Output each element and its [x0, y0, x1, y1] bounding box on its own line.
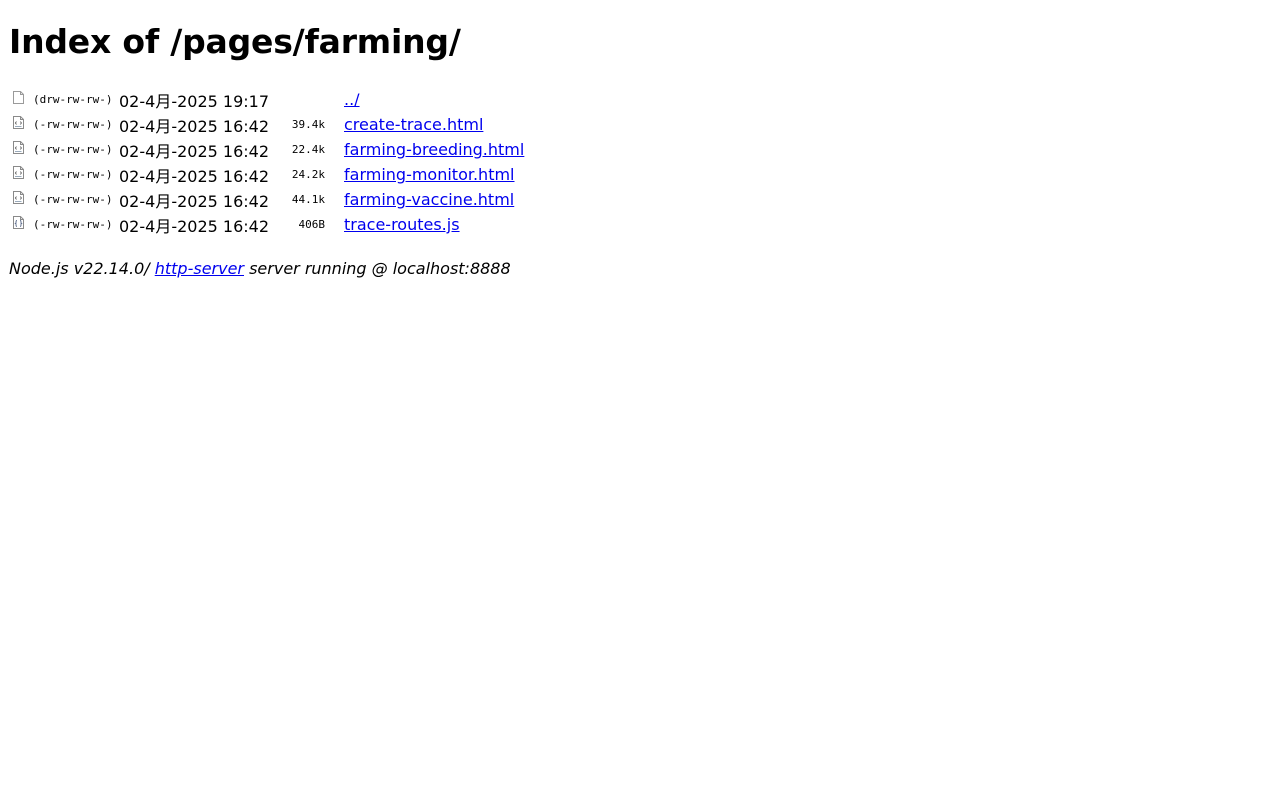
file-row: (-rw-rw-rw-) 02-4月-2025 16:42 24.2k farming… — [9, 162, 524, 187]
file-icon-cell — [9, 212, 33, 237]
file-size: 22.4k — [291, 143, 325, 156]
file-modified-date: 02-4月-2025 19:17 — [119, 91, 270, 111]
html-file-icon — [13, 116, 24, 129]
file-table: (drw-rw-rw-) 02-4月-2025 19:17 ../ (-rw-rw-r… — [9, 87, 524, 237]
file-name-cell: ../ — [344, 87, 524, 112]
file-name-cell: farming-vaccine.html — [344, 187, 524, 212]
file-permissions: (-rw-rw-rw-) — [33, 118, 113, 131]
file-name-cell: farming-monitor.html — [344, 162, 524, 187]
server-footer: Node.js v22.14.0/ http-server server run… — [9, 258, 511, 280]
file-permissions: (-rw-rw-rw-) — [33, 168, 113, 181]
file-icon-cell — [9, 87, 33, 112]
file-icon-cell — [9, 162, 33, 187]
file-permissions: (-rw-rw-rw-) — [33, 218, 113, 231]
file-link[interactable]: farming-breeding.html — [344, 140, 524, 159]
file-size: 44.1k — [291, 193, 325, 206]
file-row: (-rw-rw-rw-) 02-4月-2025 16:42 39.4k create-… — [9, 112, 524, 137]
file-link[interactable]: farming-vaccine.html — [344, 190, 514, 209]
file-link[interactable]: farming-monitor.html — [344, 165, 515, 184]
file-size: 39.4k — [291, 118, 325, 131]
file-modified-date: 02-4月-2025 16:42 — [119, 116, 270, 136]
file-modified-date: 02-4月-2025 16:42 — [119, 191, 270, 211]
js-file-icon — [13, 216, 24, 229]
file-link[interactable]: ../ — [344, 90, 360, 109]
footer-suffix: server running @ localhost:8888 — [244, 259, 511, 278]
file-modified-date: 02-4月-2025 16:42 — [119, 216, 270, 236]
file-icon-cell — [9, 112, 33, 137]
file-name-cell: trace-routes.js — [344, 212, 524, 237]
directory-listing-page: Index of /pages/farming/ (drw-rw-rw-) 02-… — [0, 0, 1280, 800]
file-modified-date: 02-4月-2025 16:42 — [119, 141, 270, 161]
file-size — [279, 87, 344, 112]
file-name-cell: create-trace.html — [344, 112, 524, 137]
html-file-icon — [13, 191, 24, 204]
html-file-icon — [13, 166, 24, 179]
file-row: (-rw-rw-rw-) 02-4月-2025 16:42 44.1k farming… — [9, 187, 524, 212]
file-permissions: (-rw-rw-rw-) — [33, 143, 113, 156]
file-permissions: (drw-rw-rw-) — [33, 93, 113, 106]
file-name-cell: farming-breeding.html — [344, 137, 524, 162]
html-file-icon — [13, 141, 24, 154]
file-permissions: (-rw-rw-rw-) — [33, 193, 113, 206]
file-size: 24.2k — [291, 168, 325, 181]
page-title: Index of /pages/farming/ — [9, 22, 461, 61]
file-link[interactable]: trace-routes.js — [344, 215, 460, 234]
file-icon-cell — [9, 187, 33, 212]
folder-icon — [13, 91, 24, 104]
file-icon-cell — [9, 137, 33, 162]
file-row: (drw-rw-rw-) 02-4月-2025 19:17 ../ — [9, 87, 524, 112]
file-row: (-rw-rw-rw-) 02-4月-2025 16:42 22.4k farming… — [9, 137, 524, 162]
file-link[interactable]: create-trace.html — [344, 115, 483, 134]
file-modified-date: 02-4月-2025 16:42 — [119, 166, 270, 186]
footer-prefix: Node.js v22.14.0/ — [9, 259, 155, 278]
http-server-link[interactable]: http-server — [155, 259, 244, 278]
file-row: (-rw-rw-rw-) 02-4月-2025 16:42 406B trace-ro… — [9, 212, 524, 237]
file-size: 406B — [298, 218, 326, 231]
